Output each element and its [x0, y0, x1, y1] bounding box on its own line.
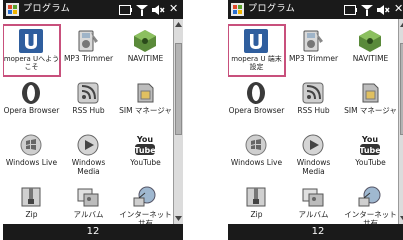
page-title: プログラム: [23, 4, 71, 14]
app-label: Windows Media: [71, 158, 106, 176]
app-label: SIM マネージャ: [119, 106, 172, 115]
scroll-up-arrow-icon[interactable]: [175, 21, 182, 29]
signal-icon: [136, 4, 148, 16]
vertical-scrollbar[interactable]: [173, 19, 183, 224]
zip-icon: [19, 185, 43, 209]
vertical-scrollbar[interactable]: [398, 19, 403, 224]
mp3-trimmer-icon: [301, 29, 325, 53]
app-label: MP3 Trimmer: [288, 54, 339, 63]
app-label: MP3 Trimmer: [63, 54, 114, 63]
album-icon: [301, 185, 325, 209]
rss-hub-icon: [301, 81, 325, 105]
opera-icon: [19, 81, 43, 105]
app-label: Opera Browser: [3, 106, 60, 115]
app-windows-live[interactable]: Windows Live: [3, 129, 60, 180]
app-navitime[interactable]: NAVITIME: [342, 25, 399, 76]
svg-text:Tube: Tube: [134, 146, 156, 155]
app-label: Windows Live: [5, 158, 58, 167]
page-number: 12: [86, 226, 100, 237]
windows-start-icon[interactable]: [6, 3, 19, 16]
app-mopera-u[interactable]: mopera U 端末設定: [228, 24, 286, 77]
app-youtube[interactable]: You Tube YouTube: [117, 129, 174, 180]
app-label: YouTube: [130, 158, 161, 167]
phone-screen-left: プログラム ✕ mopera Uへようこそ MP3 Trimmer NAVITI…: [3, 0, 183, 240]
app-label: RSS Hub: [297, 106, 330, 115]
page-title: プログラム: [248, 4, 296, 14]
windows-live-icon: [244, 133, 268, 157]
svg-text:You: You: [136, 135, 154, 144]
page-number: 12: [311, 226, 325, 237]
app-label: Zip: [25, 210, 38, 219]
phone-screen-right: プログラム ✕ mopera U 端末設定 MP3 Trimmer NAVITI…: [228, 0, 403, 240]
app-label: RSS Hub: [72, 106, 105, 115]
bottom-bar: 12: [3, 224, 183, 240]
app-youtube[interactable]: You Tube YouTube: [342, 129, 399, 180]
bottom-bar: 12: [228, 224, 403, 240]
app-label: YouTube: [355, 158, 386, 167]
youtube-icon: You Tube: [358, 133, 382, 157]
internet-sharing-icon: [133, 185, 157, 209]
album-icon: [76, 185, 100, 209]
mopera-u-icon: [19, 29, 43, 53]
signal-icon: [361, 4, 373, 16]
app-label: Windows Media: [296, 158, 331, 176]
app-sim-manager[interactable]: SIM マネージャ: [342, 77, 399, 128]
youtube-icon: You Tube: [133, 133, 157, 157]
app-label: Zip: [250, 210, 263, 219]
app-label: アルバム: [73, 210, 104, 219]
mopera-u-icon: [244, 29, 268, 53]
app-rss-hub[interactable]: RSS Hub: [60, 77, 117, 128]
app-rss-hub[interactable]: RSS Hub: [285, 77, 342, 128]
navitime-icon: [133, 29, 157, 53]
windows-media-icon: [301, 133, 325, 157]
app-label: mopera U 端末設定: [231, 55, 282, 71]
app-opera-browser[interactable]: Opera Browser: [228, 77, 285, 128]
app-label: アルバム: [298, 210, 329, 219]
app-mopera-u[interactable]: mopera Uへようこそ: [3, 24, 61, 77]
svg-text:You: You: [361, 135, 379, 144]
app-label: NAVITIME: [352, 54, 389, 63]
app-mp3-trimmer[interactable]: MP3 Trimmer: [285, 25, 342, 76]
zip-icon: [244, 185, 268, 209]
app-windows-media[interactable]: Windows Media: [60, 129, 117, 180]
mp3-trimmer-icon: [76, 29, 100, 53]
scrollbar-thumb[interactable]: [175, 43, 182, 135]
scroll-down-arrow-icon[interactable]: [175, 214, 182, 222]
speaker-muted-icon[interactable]: [376, 4, 390, 16]
sim-manager-icon: [133, 81, 157, 105]
app-opera-browser[interactable]: Opera Browser: [3, 77, 60, 128]
windows-live-icon: [19, 133, 43, 157]
app-sim-manager[interactable]: SIM マネージャ: [117, 77, 174, 128]
app-label: mopera Uへようこそ: [3, 55, 60, 71]
windows-media-icon: [76, 133, 100, 157]
close-icon[interactable]: ✕: [169, 3, 178, 15]
app-navitime[interactable]: NAVITIME: [117, 25, 174, 76]
title-bar: プログラム ✕: [228, 0, 403, 19]
sim-manager-icon: [358, 81, 382, 105]
battery-3g-icon: [344, 5, 357, 15]
svg-text:Tube: Tube: [359, 146, 381, 155]
rss-hub-icon: [76, 81, 100, 105]
app-windows-media[interactable]: Windows Media: [285, 129, 342, 180]
navitime-icon: [358, 29, 382, 53]
app-label: SIM マネージャ: [344, 106, 397, 115]
app-grid: mopera U 端末設定 MP3 Trimmer NAVITIME Opera…: [228, 19, 399, 228]
windows-start-icon[interactable]: [231, 3, 244, 16]
opera-icon: [244, 81, 268, 105]
speaker-muted-icon[interactable]: [151, 4, 165, 16]
app-label: Opera Browser: [228, 106, 285, 115]
title-bar: プログラム ✕: [3, 0, 183, 19]
app-windows-live[interactable]: Windows Live: [228, 129, 285, 180]
close-icon[interactable]: ✕: [394, 3, 403, 15]
app-mp3-trimmer[interactable]: MP3 Trimmer: [60, 25, 117, 76]
app-grid: mopera Uへようこそ MP3 Trimmer NAVITIME Opera…: [3, 19, 174, 228]
app-label: Windows Live: [230, 158, 283, 167]
app-label: NAVITIME: [127, 54, 164, 63]
battery-3g-icon: [119, 5, 132, 15]
internet-sharing-icon: [358, 185, 382, 209]
